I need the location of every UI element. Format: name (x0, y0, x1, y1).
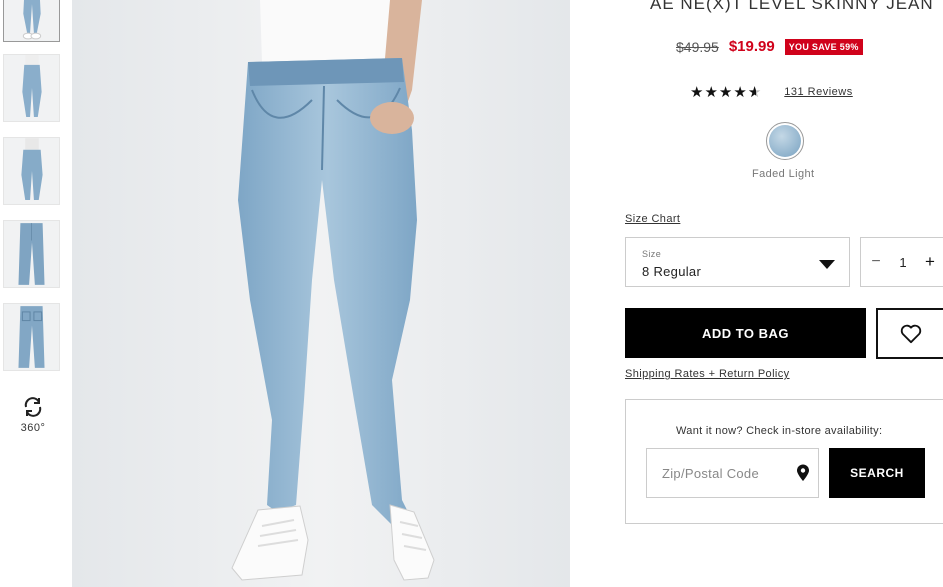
thumbnail-back[interactable] (3, 137, 60, 205)
quantity-decrease-button[interactable]: − (861, 253, 891, 271)
heart-icon (900, 324, 922, 343)
rotate-360-icon (24, 397, 42, 417)
star-icon: ★ (690, 84, 705, 101)
location-pin-icon[interactable] (796, 464, 810, 482)
rating-row: ★ ★ ★ ★ ★ 131 Reviews (690, 83, 853, 101)
thumbnail-column: 360° (0, 0, 66, 587)
star-icon: ★ (733, 84, 748, 101)
zip-input[interactable] (662, 465, 792, 481)
quantity-stepper: − 1 + (860, 237, 943, 287)
size-select[interactable]: Size 8 Regular (625, 237, 850, 287)
add-to-bag-button[interactable]: ADD TO BAG (625, 308, 866, 358)
savings-badge: YOU SAVE 59% (784, 38, 863, 55)
reviews-link[interactable]: 131 Reviews (784, 86, 852, 98)
zip-field[interactable] (646, 448, 819, 498)
thumbnail-flat-back[interactable] (3, 303, 60, 371)
store-availability-prompt: Want it now? Check in-store availability… (676, 425, 883, 437)
color-name: Faded Light (752, 168, 815, 180)
half-star-icon: ★ (748, 83, 762, 101)
star-rating[interactable]: ★ ★ ★ ★ ★ (690, 83, 762, 101)
star-icon: ★ (718, 84, 734, 101)
color-swatch-faded-light[interactable] (766, 122, 804, 160)
thumbnail-side[interactable] (3, 54, 60, 122)
thumbnail-flat-front[interactable] (3, 220, 60, 288)
price-row: $49.95 $19.99 YOU SAVE 59% (676, 38, 863, 55)
store-availability-box: Want it now? Check in-store availability… (625, 399, 943, 524)
quantity-value[interactable]: 1 (891, 255, 915, 270)
product-info-panel: AE NE(X)T LEVEL SKINNY JEAN $49.95 $19.9… (590, 0, 943, 587)
sale-price: $19.99 (728, 38, 775, 55)
product-title: AE NE(X)T LEVEL SKINNY JEAN (650, 0, 934, 13)
size-label: Size (642, 249, 662, 259)
wishlist-button[interactable] (876, 308, 943, 359)
store-search-button[interactable]: SEARCH (829, 448, 925, 498)
swatch-color (769, 125, 801, 157)
main-product-image[interactable] (72, 0, 570, 587)
size-chart-link[interactable]: Size Chart (625, 213, 680, 225)
thumbnail-front-full[interactable] (3, 0, 60, 42)
size-value: 8 Regular (642, 264, 702, 279)
chevron-down-icon (819, 260, 835, 269)
quantity-increase-button[interactable]: + (915, 252, 943, 272)
original-price: $49.95 (676, 38, 719, 55)
rotate-360-label: 360° (20, 422, 46, 434)
shipping-returns-link[interactable]: Shipping Rates + Return Policy (625, 368, 790, 380)
view-360-button[interactable]: 360° (10, 396, 56, 434)
star-icon: ★ (704, 84, 719, 101)
